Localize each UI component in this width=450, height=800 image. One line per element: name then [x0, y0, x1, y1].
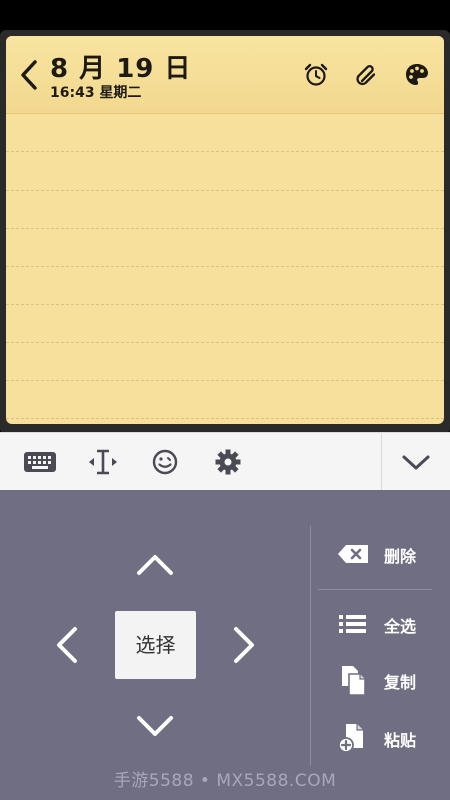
action-divider [318, 589, 432, 590]
alarm-clock-icon[interactable] [303, 62, 329, 88]
arrow-down-icon[interactable] [131, 703, 179, 751]
gear-icon[interactable] [211, 447, 245, 477]
note-header: 8 月 19 日 16:43 星期二 [6, 36, 444, 114]
chevron-down-icon[interactable] [399, 447, 433, 477]
select-button[interactable]: 选择 [115, 611, 196, 679]
arrow-up-icon[interactable] [131, 540, 179, 588]
cursor-edit-panel: 选择 删除 全选 复制 粘贴 [0, 490, 450, 800]
ruled-lines [6, 114, 444, 424]
select-all-list-icon [339, 615, 366, 633]
note-time: 16:43 星期二 [50, 85, 142, 101]
note-date: 8 月 19 日 [50, 54, 192, 84]
emoji-icon[interactable] [148, 447, 182, 477]
paste-button[interactable]: 粘贴 [330, 718, 440, 758]
keyboard-icon[interactable] [23, 447, 57, 477]
text-cursor-icon[interactable] [86, 447, 120, 477]
copy-button[interactable]: 复制 [330, 660, 440, 700]
paste-label: 粘贴 [384, 731, 417, 750]
back-chevron-icon[interactable] [18, 58, 40, 92]
note-page[interactable]: 8 月 19 日 16:43 星期二 [6, 36, 444, 424]
backspace-icon [338, 545, 368, 563]
palette-icon[interactable] [404, 62, 430, 88]
toolbar-divider [381, 433, 382, 491]
delete-label: 删除 [384, 547, 417, 566]
select-all-label: 全选 [384, 617, 417, 636]
input-toolbar [0, 432, 450, 491]
delete-button[interactable]: 删除 [330, 534, 440, 574]
copy-icon [342, 666, 366, 696]
paste-icon [338, 724, 363, 753]
select-all-button[interactable]: 全选 [330, 604, 440, 644]
copy-label: 复制 [384, 673, 417, 692]
panel-divider [310, 526, 311, 766]
arrow-right-icon[interactable] [221, 621, 269, 669]
arrow-left-icon[interactable] [42, 621, 90, 669]
watermark: 手游5588 • MX5588.COM [113, 771, 337, 791]
paperclip-icon[interactable] [354, 62, 380, 88]
